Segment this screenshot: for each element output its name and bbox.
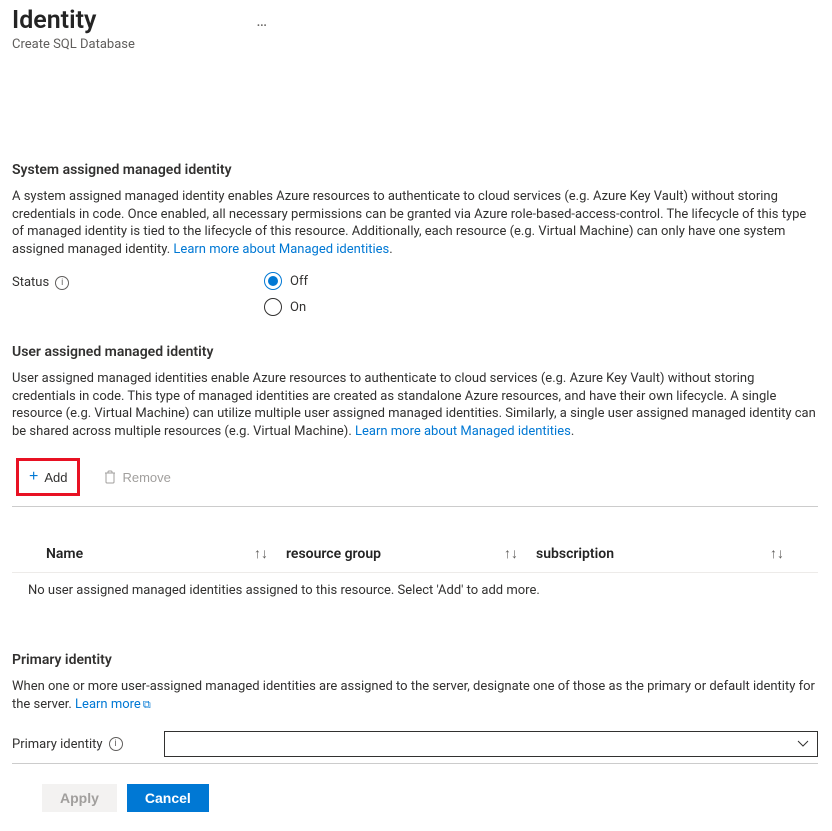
add-button-highlight: + Add <box>16 458 80 496</box>
user-assigned-heading: User assigned managed identity <box>12 344 818 360</box>
more-actions-button[interactable]: … <box>256 11 269 30</box>
table-empty-message: No user assigned managed identities assi… <box>12 573 818 608</box>
add-button[interactable]: + Add <box>25 465 71 489</box>
identity-table: Name ↑↓ resource group ↑↓ subscription ↑… <box>12 535 818 608</box>
radio-label-off: Off <box>290 274 308 289</box>
info-icon[interactable]: i <box>109 737 123 751</box>
info-icon[interactable]: i <box>55 276 69 290</box>
system-desc-text: A system assigned managed identity enabl… <box>12 189 806 257</box>
remove-label: Remove <box>122 470 170 485</box>
page-title: Identity <box>12 6 96 35</box>
toolbar-separator <box>12 506 818 507</box>
status-label: Status <box>12 275 49 290</box>
primary-identity-dropdown[interactable] <box>164 731 818 757</box>
radio-icon <box>264 298 282 316</box>
primary-identity-heading: Primary identity <box>12 652 818 668</box>
column-header-resource-group[interactable]: resource group ↑↓ <box>286 545 536 562</box>
page-subtitle: Create SQL Database <box>12 37 818 52</box>
radio-label-on: On <box>290 300 306 315</box>
trash-icon <box>104 470 116 484</box>
blade-header: Identity … Create SQL Database <box>12 6 818 52</box>
section-divider <box>12 763 818 764</box>
identity-toolbar: + Add Remove <box>12 454 818 504</box>
system-assigned-heading: System assigned managed identity <box>12 162 818 178</box>
sort-icon: ↑↓ <box>770 545 784 562</box>
apply-button[interactable]: Apply <box>42 784 117 812</box>
column-header-subscription[interactable]: subscription ↑↓ <box>536 545 802 562</box>
system-assigned-section: System assigned managed identity A syste… <box>12 162 818 316</box>
primary-identity-section: Primary identity When one or more user-a… <box>12 652 818 764</box>
status-radio-group: Off On <box>264 272 308 316</box>
system-assigned-description: A system assigned managed identity enabl… <box>12 188 818 258</box>
sort-icon: ↑↓ <box>254 545 268 562</box>
status-field: Status i Off On <box>12 272 818 316</box>
system-learn-more-link[interactable]: Learn more about Managed identities <box>173 242 389 257</box>
external-link-icon: ⧉ <box>143 698 151 711</box>
footer-actions: Apply Cancel <box>12 784 818 812</box>
user-assigned-description: User assigned managed identities enable … <box>12 370 818 440</box>
table-header-row: Name ↑↓ resource group ↑↓ subscription ↑… <box>12 535 818 573</box>
remove-button[interactable]: Remove <box>100 466 174 489</box>
column-header-name[interactable]: Name ↑↓ <box>46 545 286 562</box>
sort-icon: ↑↓ <box>504 545 518 562</box>
plus-icon: + <box>29 469 38 485</box>
cancel-button[interactable]: Cancel <box>127 784 209 812</box>
radio-icon <box>264 272 282 290</box>
user-learn-more-link[interactable]: Learn more about Managed identities <box>355 424 571 439</box>
primary-learn-more-link[interactable]: Learn more⧉ <box>75 697 151 712</box>
status-off-radio[interactable]: Off <box>264 272 308 290</box>
user-assigned-section: User assigned managed identity User assi… <box>12 344 818 608</box>
primary-identity-description: When one or more user-assigned managed i… <box>12 678 818 713</box>
chevron-down-icon <box>797 737 809 751</box>
add-label: Add <box>44 470 67 485</box>
primary-identity-field: Primary identity i <box>12 731 818 757</box>
primary-identity-label: Primary identity <box>12 737 103 752</box>
status-on-radio[interactable]: On <box>264 298 308 316</box>
